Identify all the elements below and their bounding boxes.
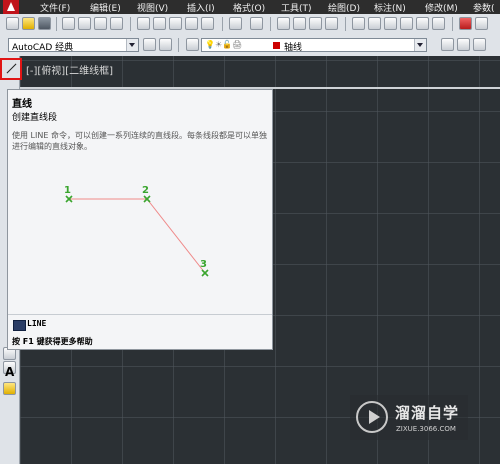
line-segments: [69, 198, 206, 274]
line-tooltip: 直线 创建直线段 使用 LINE 命令，可以创建一系列连续的直线段。每条线段都是…: [7, 89, 273, 350]
watermark: 溜溜自学 ZIXUE.3066.COM: [350, 395, 468, 440]
point-label-1: 1: [64, 185, 71, 196]
watermark-text: 溜溜自学: [395, 404, 460, 422]
3d-print-icon[interactable]: [110, 17, 123, 30]
chevron-down-icon[interactable]: [414, 39, 426, 51]
tool-palettes-icon[interactable]: [384, 17, 397, 30]
save-icon[interactable]: [38, 17, 51, 30]
redo-icon[interactable]: [250, 17, 263, 30]
tooltip-command: LINE: [27, 319, 47, 328]
multiline-text-icon[interactable]: A: [5, 365, 14, 379]
point-label-2: 2: [142, 185, 149, 196]
layer-select[interactable]: 💡☀🔓🖨 轴线: [201, 38, 427, 53]
paste-icon[interactable]: [169, 17, 182, 30]
tooltip-subtitle: 创建直线段: [12, 113, 58, 123]
quickcalc-icon[interactable]: [432, 17, 445, 30]
make-current-layer-icon[interactable]: [441, 38, 454, 51]
toolbar-extra-icon[interactable]: [475, 17, 488, 30]
layer-value: 轴线: [284, 43, 303, 53]
viewport-label[interactable]: [-][俯视][二维线框]: [26, 62, 113, 77]
zoom-previous-icon[interactable]: [325, 17, 338, 30]
workspace-value: AutoCAD 经典: [12, 43, 74, 53]
menu-file[interactable]: 文件(F): [40, 1, 70, 14]
tooltip-help-hint: 按 F1 键获得更多帮助: [12, 337, 93, 346]
block-editor-icon[interactable]: [201, 17, 214, 30]
workspace-select[interactable]: AutoCAD 经典: [8, 38, 139, 53]
add-selected-icon[interactable]: [3, 382, 16, 395]
app-logo-icon[interactable]: [3, 0, 19, 14]
design-center-icon[interactable]: [368, 17, 381, 30]
zoom-realtime-icon[interactable]: [293, 17, 306, 30]
menu-dimension[interactable]: 标注(N): [374, 1, 406, 14]
new-icon[interactable]: [6, 17, 19, 30]
standard-toolbar: [0, 14, 500, 35]
publish-icon[interactable]: [94, 17, 107, 30]
print-preview-icon[interactable]: [78, 17, 91, 30]
workspace-save-icon[interactable]: [159, 38, 172, 51]
point-label-3: 3: [200, 259, 207, 270]
chevron-down-icon[interactable]: [126, 39, 138, 51]
menu-format[interactable]: 格式(O): [233, 1, 265, 14]
tooltip-divider: [8, 314, 272, 315]
print-icon[interactable]: [62, 17, 75, 30]
layer-state-icons: 💡☀🔓🖨: [205, 40, 243, 49]
copy-icon[interactable]: [153, 17, 166, 30]
menu-tools[interactable]: 工具(T): [281, 1, 312, 14]
layer-color-swatch: [273, 42, 280, 49]
menu-edit[interactable]: 编辑(E): [90, 1, 121, 14]
open-icon[interactable]: [22, 17, 35, 30]
sheet-set-icon[interactable]: [400, 17, 413, 30]
menu-draw[interactable]: 绘图(D): [328, 1, 360, 14]
menu-modify[interactable]: 修改(M): [425, 1, 458, 14]
play-logo-icon: [356, 401, 388, 433]
tooltip-description: 使用 LINE 命令，可以创建一系列连续的直线段。每条线段都是可以单独进行编辑的…: [12, 131, 267, 151]
match-properties-icon[interactable]: [185, 17, 198, 30]
menu-parametric[interactable]: 参数(: [473, 1, 495, 14]
line-illustration: 1 2 3: [64, 185, 209, 277]
layer-isolate-icon[interactable]: [473, 38, 486, 51]
menu-insert[interactable]: 插入(I): [187, 1, 215, 14]
undo-icon[interactable]: [229, 17, 242, 30]
command-line-icon: [13, 320, 26, 331]
layer-manager-icon[interactable]: [186, 38, 199, 51]
watermark-url: ZIXUE.3066.COM: [396, 425, 456, 433]
pan-icon[interactable]: [277, 17, 290, 30]
line-tool-button[interactable]: [0, 58, 22, 80]
menu-bar: 文件(F) 编辑(E) 视图(V) 插入(I) 格式(O) 工具(T) 绘图(D…: [0, 0, 500, 14]
properties-icon[interactable]: [352, 17, 365, 30]
help-icon[interactable]: [459, 17, 472, 30]
cut-icon[interactable]: [137, 17, 150, 30]
workspace-settings-icon[interactable]: [143, 38, 156, 51]
zoom-window-icon[interactable]: [309, 17, 322, 30]
tooltip-title: 直线: [12, 99, 32, 110]
layer-previous-icon[interactable]: [457, 38, 470, 51]
menu-view[interactable]: 视图(V): [137, 1, 168, 14]
markup-icon[interactable]: [416, 17, 429, 30]
